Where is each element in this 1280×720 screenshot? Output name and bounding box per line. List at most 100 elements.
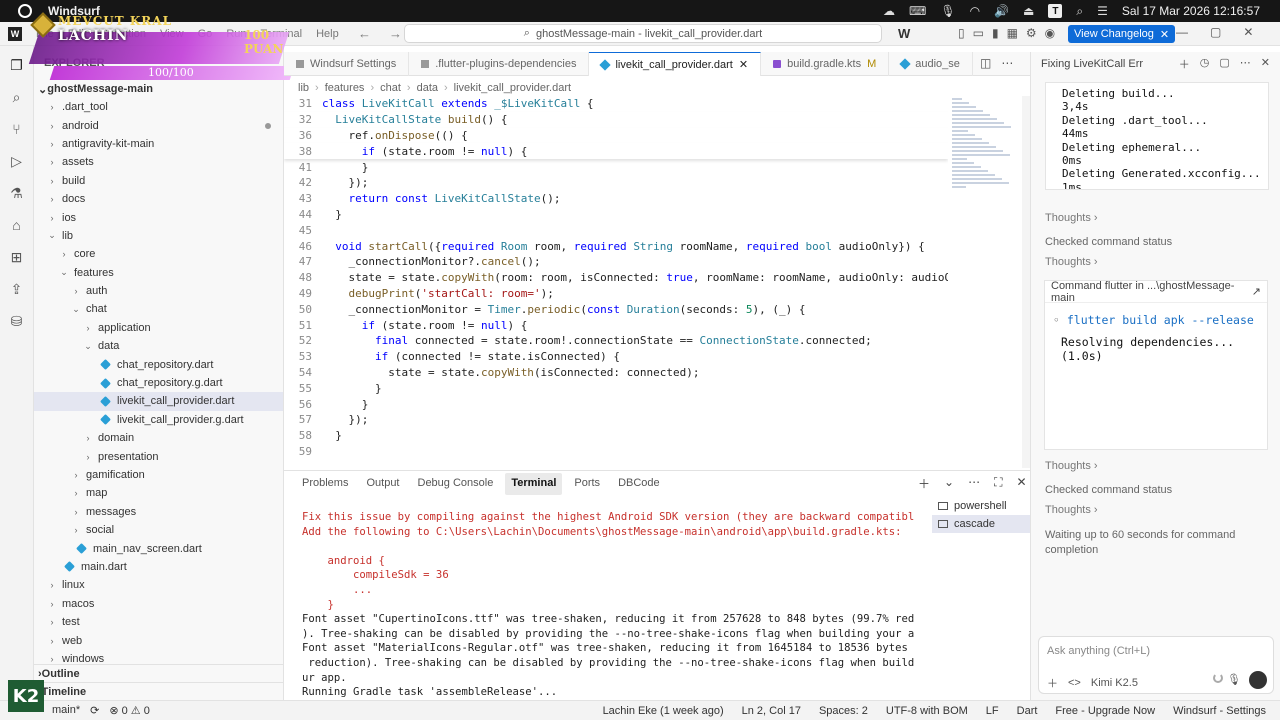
file-item[interactable]: livekit_call_provider.dart [34,392,283,411]
remote-explorer-icon[interactable]: ⌂ [8,216,26,234]
code-editor[interactable]: 31 class LiveKitCall extends _$LiveKitCal… [284,96,948,468]
window-close-icon[interactable]: ✕ [1243,25,1253,39]
upgrade-link[interactable]: Free - Upgrade Now [1055,705,1155,717]
history-icon[interactable]: ◷ [1200,56,1210,72]
folder-item[interactable]: › domain [34,429,283,447]
forward-arrow-icon[interactable]: → [389,26,402,41]
outline-section[interactable]: › Outline [34,664,283,682]
thoughts-toggle-3[interactable]: Thoughts › [1045,460,1098,472]
file-item[interactable]: main.dart [34,558,283,576]
file-item[interactable]: main_nav_screen.dart [34,539,283,557]
folder-item[interactable]: › assets [34,153,283,171]
breadcrumb-item[interactable]: livekit_call_provider.dart [454,82,571,94]
breadcrumb-item[interactable]: data [417,82,438,94]
folder-item[interactable]: › .dart_tool [34,98,283,116]
settings-gear-icon[interactable]: ⚙ [1026,26,1037,40]
file-encoding[interactable]: UTF-8 with BOM [886,705,968,717]
folder-item[interactable]: › linux [34,576,283,594]
new-terminal-icon[interactable]: ＋ [918,475,930,492]
folder-item[interactable]: › social [34,521,283,539]
search-icon[interactable]: ⌕ [1076,4,1083,19]
folder-item[interactable]: › antigravity-kit-main [34,135,283,153]
breadcrumb-item[interactable]: chat [380,82,401,94]
folder-item[interactable]: › core [34,245,283,263]
menu-item-help[interactable]: Help [316,28,339,40]
cursor-position[interactable]: Ln 2, Col 17 [742,705,801,717]
accounts-icon[interactable]: ◉ [1045,26,1055,40]
run-debug-icon[interactable]: ▷ [8,152,26,170]
close-panel-icon[interactable]: ✕ [1016,475,1026,492]
code-mode-icon[interactable]: <> [1068,677,1081,689]
menu-item-terminal[interactable]: Terminal [261,28,303,40]
folder-item[interactable]: › gamification [34,466,283,484]
panel-tab-debug-console[interactable]: Debug Console [412,473,500,495]
folder-item[interactable]: › docs [34,190,283,208]
indentation[interactable]: Spaces: 2 [819,705,868,717]
toggle-sidebar-icon[interactable]: ▯ [958,26,965,40]
problems-count[interactable]: ⊗ 0 ⚠ 0 [109,704,149,717]
maximize-panel-icon[interactable]: ⛶ [994,475,1002,492]
language-mode[interactable]: Dart [1017,705,1038,717]
panel-tab-ports[interactable]: Ports [568,473,606,495]
control-center-icon[interactable]: ☰ [1097,4,1108,18]
breadcrumb-item[interactable]: features [325,82,365,94]
stop-button[interactable] [1249,671,1267,689]
close-icon[interactable]: ✕ [1160,28,1169,41]
terminal-dropdown-icon[interactable]: ⌄ [944,475,954,492]
panel-tab-output[interactable]: Output [360,473,405,495]
editor-tab[interactable]: livekit_call_provider.dart ✕ [589,52,762,76]
view-changelog-button[interactable]: View Changelog ✕ [1068,25,1176,43]
toggle-panel-icon[interactable]: ▭ [973,26,984,40]
database-icon[interactable]: ⛁ [8,312,26,330]
back-arrow-icon[interactable]: ← [358,26,371,41]
split-editor-icon[interactable]: ◫ [980,56,991,70]
menu-item-view[interactable]: View [160,28,184,40]
explorer-icon[interactable]: ❐ [8,56,26,74]
folder-item[interactable]: › ios [34,208,283,226]
editor-tab[interactable]: build.gradle.kts M [761,52,890,76]
menu-item-go[interactable]: Go [198,28,213,40]
customize-layout-icon[interactable]: ▦ [1007,26,1018,40]
keyboard-icon[interactable]: ⌨ [909,4,926,18]
testing-icon[interactable]: ⚗ [8,184,26,202]
editor-tab[interactable]: .flutter-plugins-dependencies [409,52,590,76]
maximize-icon[interactable]: ▢ [1210,25,1221,39]
cloud-icon[interactable]: ☁ [883,4,895,18]
git-branch[interactable]: main* [52,704,80,717]
windsurf-wave-icon[interactable]: W [898,26,910,41]
folder-item[interactable]: › auth [34,282,283,300]
file-item[interactable]: chat_repository.dart [34,355,283,373]
minimap[interactable] [952,96,1022,226]
git-blame[interactable]: Lachin Eke (1 week ago) [603,705,724,717]
sync-icon[interactable]: ⟳ [90,704,99,717]
end-of-line[interactable]: LF [986,705,999,717]
folder-item[interactable]: › application [34,319,283,337]
breadcrumb-item[interactable]: lib [298,82,309,94]
model-selector[interactable]: Kimi K2.5 [1091,677,1138,689]
menu-item-edit[interactable]: Edit [68,28,87,40]
chat-title[interactable]: Fixing LiveKitCall Err [1041,58,1143,70]
menu-item-run[interactable]: Run [226,28,246,40]
folder-item[interactable]: › build [34,172,283,190]
workspace-root[interactable]: ⌄ ghostMessage-main [34,80,283,98]
microphone-icon[interactable]: 🎙 [1227,673,1241,686]
editor-tab[interactable]: audio_se [889,52,973,76]
add-context-icon[interactable]: ＋ [1047,675,1058,691]
terminal-session[interactable]: cascade [932,515,1030,533]
tray-app-icon[interactable]: T [1048,4,1063,18]
file-item[interactable]: livekit_call_provider.g.dart [34,411,283,429]
menu-item-selection[interactable]: Selection [101,28,146,40]
microphone-icon[interactable]: 🎙 [940,4,955,18]
folder-item[interactable]: › map [34,484,283,502]
system-logo-icon[interactable] [18,4,32,18]
folder-item[interactable]: › test [34,613,283,631]
more-actions-icon[interactable]: ⋯ [1240,56,1251,72]
editor-tab[interactable]: Windsurf Settings [284,52,410,76]
folder-item[interactable]: ⌄ lib [34,227,283,245]
more-actions-icon[interactable]: ⋯ [1001,56,1013,70]
timeline-section[interactable]: › Timeline [34,682,283,700]
wifi-icon[interactable]: ◠ [970,4,980,18]
terminal-session[interactable]: powershell [932,497,1030,515]
panel-tab-problems[interactable]: Problems [296,473,354,495]
folder-item[interactable]: › android [34,116,283,134]
